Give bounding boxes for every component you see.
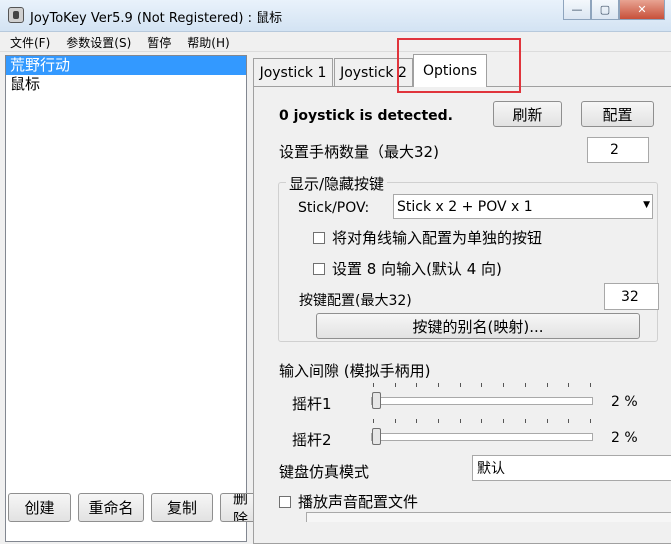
config-item-mouse[interactable]: 鼠标: [6, 75, 246, 94]
tick: [373, 383, 374, 387]
play-sound-option[interactable]: 播放声音配置文件: [279, 491, 418, 512]
options-panel: 0 joystick is detected. 刷新 配置 设置手柄数量（最大3…: [253, 86, 671, 544]
stick1-ticks: [373, 383, 591, 387]
joystick-count-input[interactable]: 2: [587, 137, 649, 163]
tick: [394, 419, 396, 423]
tick: [546, 383, 548, 387]
stick2-slider-track[interactable]: [371, 433, 593, 441]
joystick-app-icon: [8, 7, 24, 23]
tick: [459, 383, 461, 387]
eight-direction-checkbox[interactable]: [313, 262, 325, 275]
tick: [503, 383, 505, 387]
input-interval-label: 输入间隙 (模拟手柄用): [279, 362, 431, 380]
close-button[interactable]: ✕: [619, 0, 665, 20]
joystick-count-label: 设置手柄数量（最大32): [279, 143, 439, 161]
diagonal-option[interactable]: 将对角线输入配置为单独的按钮: [313, 227, 542, 248]
tick: [503, 419, 505, 423]
tick: [416, 383, 418, 387]
client-area: 荒野行动 鼠标 创建 重命名 复制 删除 Joystick 1 Joystick…: [0, 38, 671, 544]
tick: [589, 383, 591, 387]
button-config-label: 按键配置(最大32): [299, 293, 412, 309]
maximize-button[interactable]: ▢: [591, 0, 619, 20]
tab-options[interactable]: Options: [413, 54, 487, 87]
tick: [589, 419, 591, 423]
refresh-button[interactable]: 刷新: [493, 101, 562, 127]
tick: [459, 419, 461, 423]
title-bar: JoyToKey Ver5.9 (Not Registered) : 鼠标 — …: [0, 0, 671, 32]
config-button[interactable]: 配置: [581, 101, 654, 127]
stick2-label: 摇杆2: [292, 431, 332, 449]
eight-direction-option[interactable]: 设置 8 向输入(默认 4 向): [313, 258, 502, 279]
tab-joystick-2[interactable]: Joystick 2: [334, 58, 413, 86]
tick: [546, 419, 548, 423]
stick1-label: 摇杆1: [292, 395, 332, 413]
eight-direction-checkbox-label: 设置 8 向输入(默认 4 向): [332, 260, 502, 278]
tick: [438, 383, 440, 387]
stick1-slider-track[interactable]: [371, 397, 593, 405]
show-hide-group-title: 显示/隐藏按键: [286, 173, 388, 194]
tick: [524, 419, 526, 423]
stick2-ticks: [373, 419, 591, 423]
diagonal-checkbox-label: 将对角线输入配置为单独的按钮: [332, 229, 543, 247]
tick: [568, 419, 570, 423]
rename-button[interactable]: 重命名: [78, 493, 144, 522]
stick-pov-label: Stick/POV:: [298, 200, 370, 216]
tick: [438, 419, 440, 423]
tick: [568, 383, 570, 387]
play-sound-checkbox[interactable]: [279, 495, 291, 508]
button-config-input[interactable]: 32: [604, 283, 659, 310]
button-alias-button[interactable]: 按键的别名(映射)...: [316, 313, 640, 339]
chevron-down-icon: ▼: [643, 200, 650, 210]
window-title: JoyToKey Ver5.9 (Not Registered) : 鼠标: [30, 11, 283, 26]
tick: [373, 419, 374, 423]
tick: [481, 383, 483, 387]
stick-pov-value: Stick x 2 + POV x 1: [397, 198, 533, 215]
tab-joystick-1[interactable]: Joystick 1: [253, 58, 333, 86]
tick: [524, 383, 526, 387]
menu-settings[interactable]: 参数设置(S): [56, 32, 137, 51]
minimize-button[interactable]: —: [563, 0, 591, 20]
keyboard-mode-select[interactable]: 默认: [472, 455, 671, 481]
config-list[interactable]: 荒野行动 鼠标: [5, 55, 247, 542]
menu-help[interactable]: 帮助(H): [177, 32, 235, 51]
config-item-wilderness-action[interactable]: 荒野行动: [6, 56, 246, 75]
menu-bar: 文件(F) 参数设置(S) 暂停 帮助(H): [0, 32, 671, 52]
copy-button[interactable]: 复制: [151, 493, 213, 522]
window-controls: — ▢ ✕: [563, 0, 665, 22]
tick: [416, 419, 418, 423]
stick2-slider-thumb[interactable]: [372, 428, 381, 445]
create-button[interactable]: 创建: [8, 493, 71, 522]
stick2-value: 2 %: [611, 430, 638, 446]
diagonal-checkbox[interactable]: [313, 231, 325, 244]
stick1-slider-thumb[interactable]: [372, 392, 381, 409]
joystick-detected-text: 0 joystick is detected.: [279, 108, 454, 124]
play-sound-checkbox-label: 播放声音配置文件: [298, 493, 419, 511]
tick: [394, 383, 396, 387]
partial-button-edge: [306, 512, 671, 522]
tick: [481, 419, 483, 423]
menu-pause[interactable]: 暂停: [137, 32, 177, 51]
stick-pov-select[interactable]: Stick x 2 + POV x 1 ▼: [393, 194, 653, 219]
config-actions: 创建 重命名 复制 删除: [8, 493, 260, 523]
stick1-value: 2 %: [611, 394, 638, 410]
menu-file[interactable]: 文件(F): [0, 32, 56, 51]
keyboard-mode-label: 键盘仿真模式: [279, 463, 370, 481]
